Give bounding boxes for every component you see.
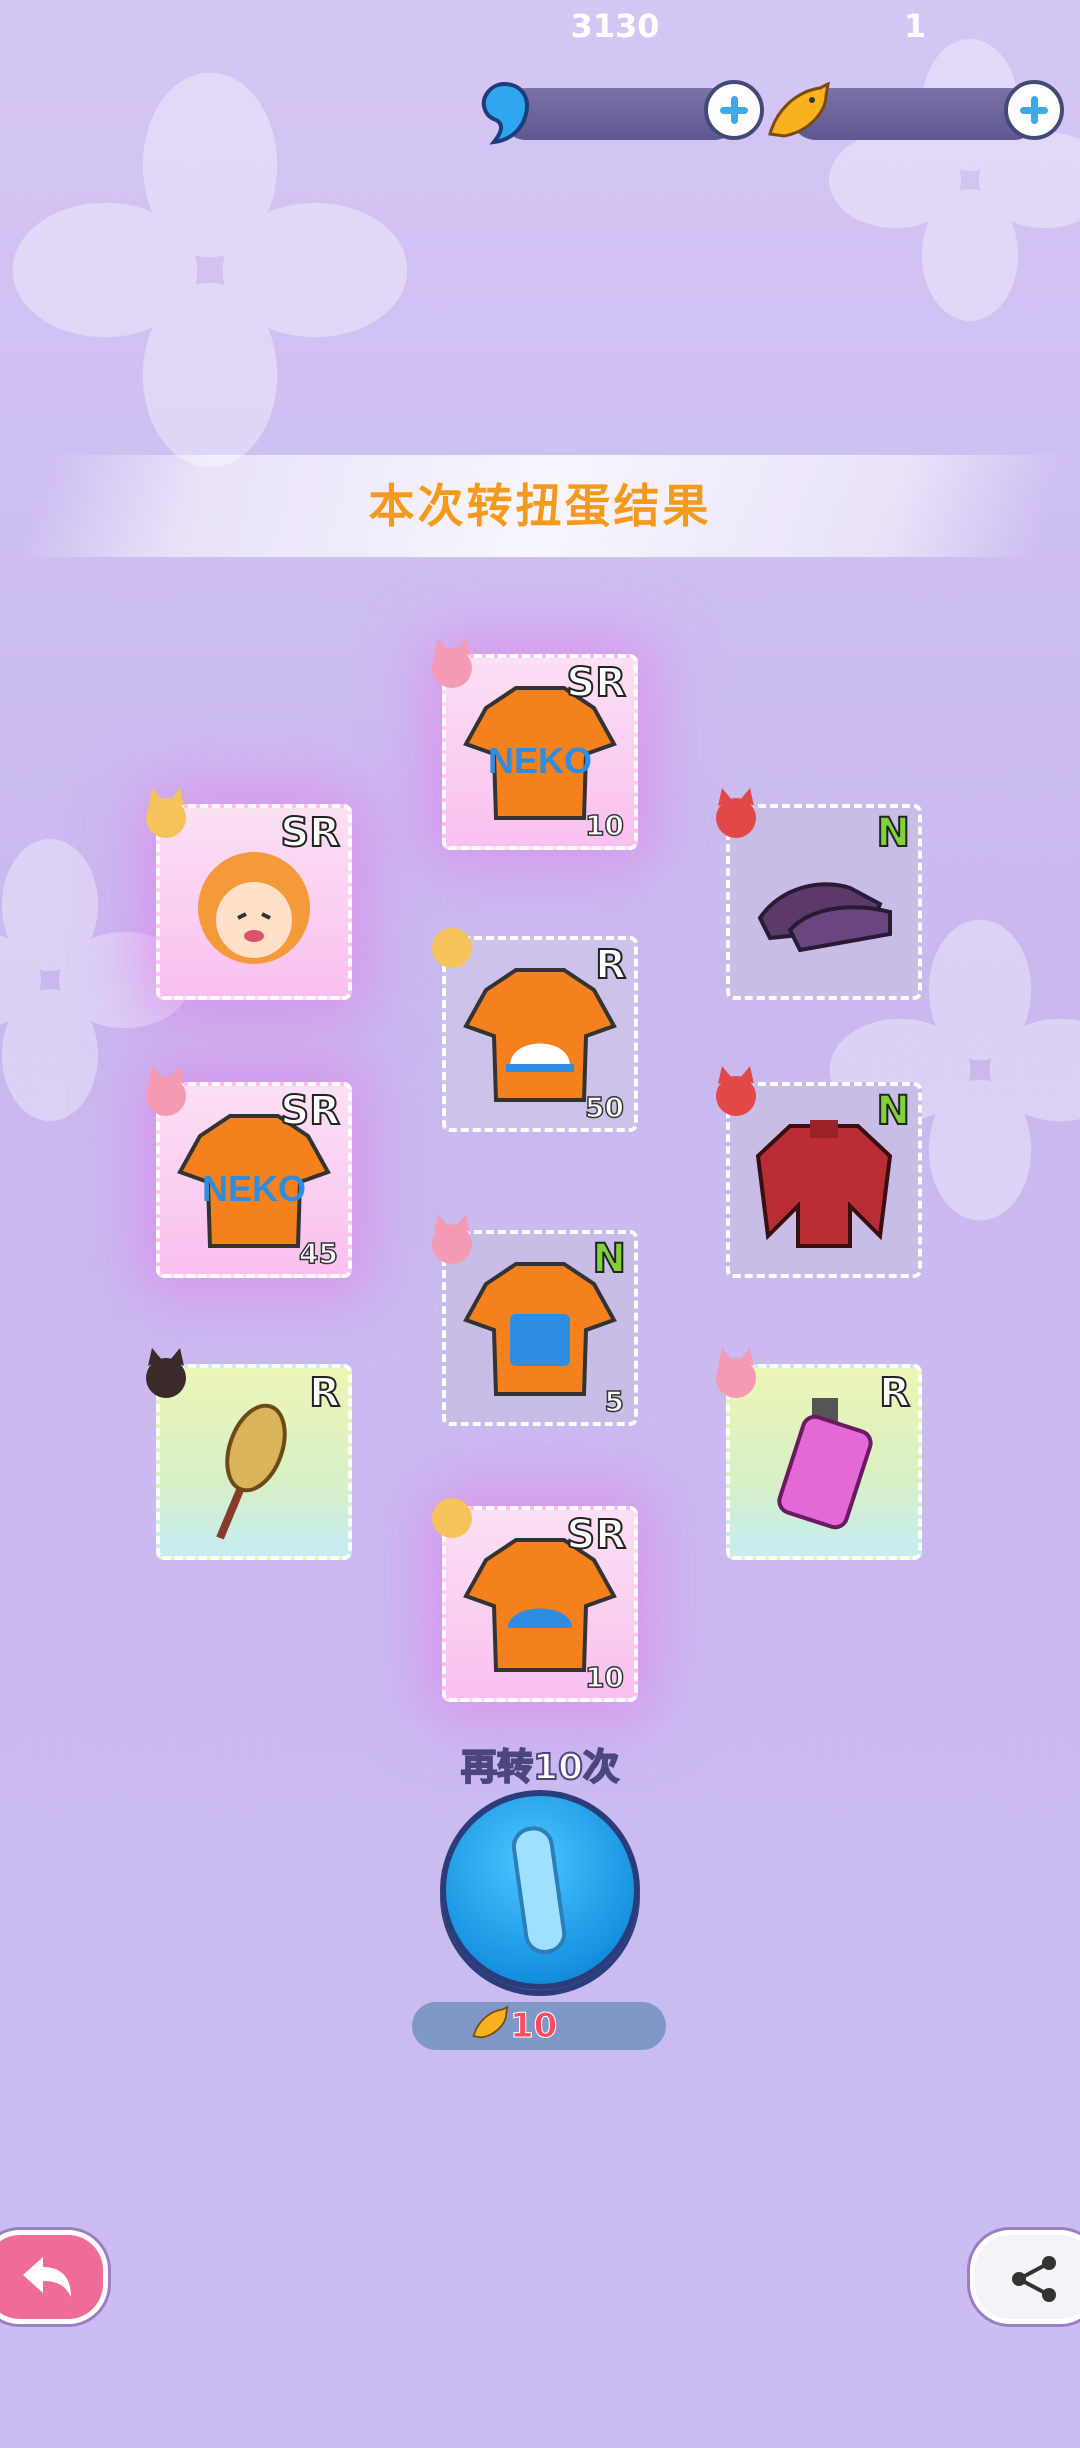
rarity-label: N <box>876 809 912 857</box>
clover-decoration <box>829 39 1080 321</box>
cat-girl-avatar-icon <box>716 1066 756 1116</box>
result-card[interactable]: NEKO SR 10 <box>432 638 638 850</box>
clover-decoration <box>12 72 408 468</box>
item-count: 50 <box>584 1090 624 1125</box>
item-count: 5 <box>604 1384 625 1419</box>
back-button[interactable] <box>0 2230 108 2324</box>
result-card[interactable]: NEKO SR 45 <box>146 1066 352 1278</box>
add-fish-button[interactable] <box>1004 80 1064 140</box>
rarity-label: SR <box>279 809 341 857</box>
cat-girl-avatar-icon <box>432 1214 472 1264</box>
svg-text:NEKO: NEKO <box>488 740 592 781</box>
rarity-label: R <box>594 941 627 989</box>
dark-hair-girl-avatar-icon <box>146 1348 186 1398</box>
result-card[interactable]: SR 10 <box>432 1498 638 1702</box>
rarity-label: R <box>308 1369 341 1417</box>
result-card[interactable]: R <box>716 1348 922 1560</box>
result-card[interactable]: R <box>146 1348 352 1560</box>
add-gems-button[interactable] <box>704 80 764 140</box>
result-card[interactable]: N 5 <box>432 1214 638 1426</box>
cat-girl-avatar-icon <box>146 1066 186 1116</box>
rarity-label: N <box>592 1235 628 1283</box>
gacha-lever-icon <box>511 1826 567 1954</box>
fish-count: 1 <box>903 7 927 45</box>
item-count: 10 <box>584 1660 624 1695</box>
rarity-label: N <box>876 1087 912 1135</box>
spin-again-label: 再转10次 <box>460 1746 620 1789</box>
blue-gem-icon <box>481 81 529 145</box>
back-arrow-icon <box>23 2257 71 2297</box>
result-card[interactable]: SR <box>146 788 352 1000</box>
result-card[interactable]: N <box>716 788 922 1000</box>
rarity-label: SR <box>279 1087 341 1135</box>
cat-girl-avatar-icon <box>716 1348 756 1398</box>
result-card[interactable]: N <box>716 1066 922 1278</box>
blonde-girl-avatar-icon <box>432 928 472 968</box>
result-card[interactable]: R 50 <box>432 928 638 1132</box>
golden-fish-icon <box>472 2005 509 2039</box>
spin-cost: 10 <box>509 2006 558 2047</box>
cat-girl-avatar-icon <box>432 638 472 688</box>
share-button[interactable] <box>970 2230 1080 2324</box>
rarity-label: SR <box>565 659 627 707</box>
gem-count: 3130 <box>570 7 660 45</box>
rarity-label: R <box>878 1369 911 1417</box>
share-icon <box>1012 2256 1056 2302</box>
svg-text:NEKO: NEKO <box>202 1168 306 1209</box>
fox-girl-avatar-icon <box>146 788 186 838</box>
rarity-label: SR <box>565 1511 627 1559</box>
blonde-girl-avatar-icon <box>432 1498 472 1538</box>
item-count: 10 <box>584 808 624 843</box>
spin-again-button[interactable] <box>440 1790 640 1990</box>
result-title: 本次转扭蛋结果 <box>368 479 712 533</box>
item-count: 45 <box>298 1236 338 1271</box>
golden-fish-icon <box>768 82 830 138</box>
cat-girl-avatar-icon <box>716 788 756 838</box>
